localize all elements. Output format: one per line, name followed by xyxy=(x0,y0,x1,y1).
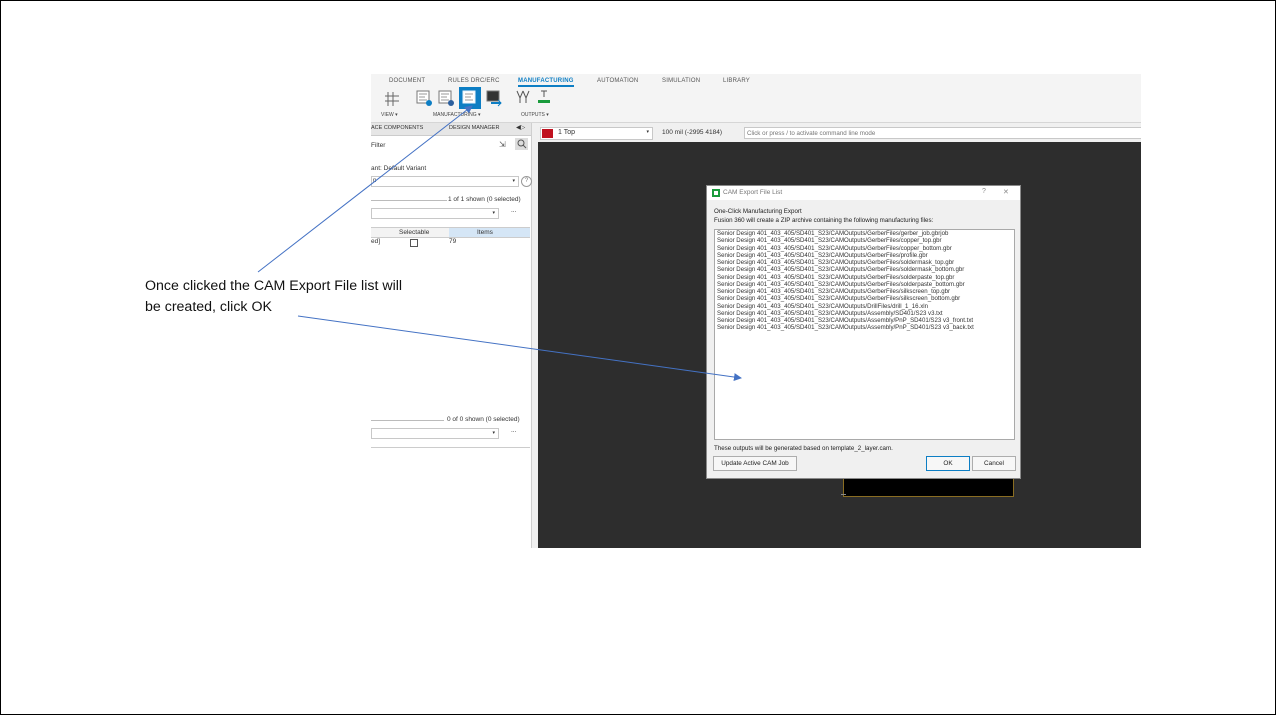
arrow-to-dialog xyxy=(297,315,742,381)
arrow-to-export-button xyxy=(257,105,473,273)
annotation-arrows xyxy=(257,105,742,381)
